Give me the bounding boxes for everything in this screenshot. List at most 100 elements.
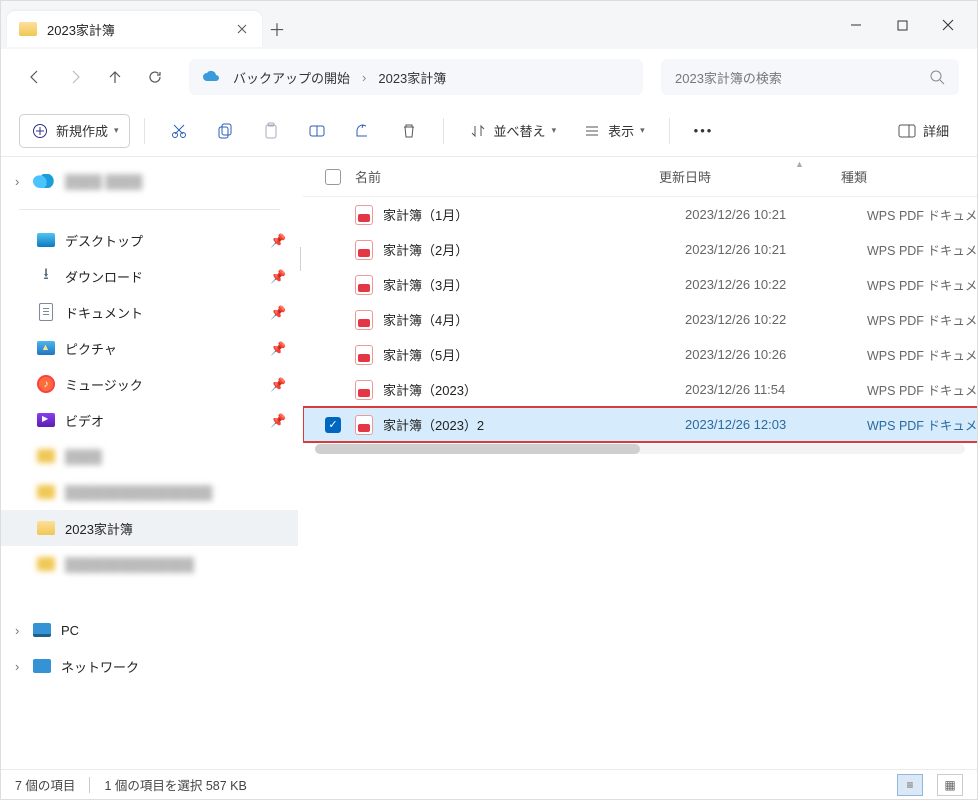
sidebar-item-videos[interactable]: ビデオ📌 bbox=[1, 402, 298, 438]
new-button[interactable]: 新規作成 ▾ bbox=[19, 114, 130, 148]
onedrive-icon bbox=[33, 174, 55, 188]
sidebar-item-network[interactable]: ›ネットワーク bbox=[1, 648, 298, 684]
navigation-bar: バックアップの開始 › 2023家計簿 2023家計簿の検索 bbox=[1, 49, 977, 105]
separator bbox=[443, 118, 444, 144]
close-icon bbox=[942, 19, 954, 31]
pictures-icon bbox=[37, 341, 55, 355]
checkbox-checked-icon[interactable]: ✓ bbox=[325, 417, 341, 433]
paste-button[interactable] bbox=[251, 114, 291, 148]
folder-icon bbox=[37, 449, 55, 463]
search-box[interactable]: 2023家計簿の検索 bbox=[661, 59, 959, 95]
list-icon: ≡ bbox=[906, 778, 913, 792]
file-type: WPS PDF ドキュメント bbox=[867, 380, 977, 399]
plus-circle-icon bbox=[30, 121, 50, 141]
paste-icon bbox=[261, 121, 281, 141]
pdf-file-icon bbox=[355, 345, 373, 365]
file-list[interactable]: 家計簿（1月）2023/12/26 10:21WPS PDF ドキュメント家計簿… bbox=[303, 197, 977, 769]
pin-icon: 📌 bbox=[270, 377, 284, 391]
more-button[interactable]: ••• bbox=[684, 114, 724, 148]
pin-icon: 📌 bbox=[270, 413, 284, 427]
view-button[interactable]: 表示 ▾ bbox=[572, 114, 655, 148]
pin-icon: 📌 bbox=[270, 233, 284, 247]
desktop-icon bbox=[37, 233, 55, 247]
sidebar-resize-handle[interactable] bbox=[298, 157, 303, 769]
tab-close-button[interactable] bbox=[234, 21, 250, 37]
pin-icon: 📌 bbox=[270, 269, 284, 283]
file-name: 家計簿（2月） bbox=[383, 240, 685, 259]
breadcrumb-current[interactable]: 2023家計簿 bbox=[378, 68, 446, 87]
select-all-checkbox[interactable] bbox=[325, 169, 341, 185]
search-icon bbox=[929, 69, 945, 85]
file-row[interactable]: 家計簿（2023）2023/12/26 11:54WPS PDF ドキュメント bbox=[303, 372, 977, 407]
scrollbar-thumb[interactable] bbox=[315, 444, 640, 454]
breadcrumb-backup[interactable]: バックアップの開始 bbox=[233, 68, 350, 87]
file-date: 2023/12/26 11:54 bbox=[685, 382, 867, 397]
delete-button[interactable] bbox=[389, 114, 429, 148]
file-type: WPS PDF ドキュメント bbox=[867, 310, 977, 329]
file-row[interactable]: 家計簿（2月）2023/12/26 10:21WPS PDF ドキュメント bbox=[303, 232, 977, 267]
copy-button[interactable] bbox=[205, 114, 245, 148]
column-header-type[interactable]: 種類 bbox=[841, 167, 977, 186]
pin-icon: 📌 bbox=[270, 305, 284, 319]
sidebar-item-blurred[interactable]: ██████████████ bbox=[1, 546, 298, 582]
forward-button[interactable] bbox=[59, 61, 91, 93]
details-view-button[interactable]: ≡ bbox=[897, 774, 923, 796]
file-row[interactable]: ✓家計簿（2023）22023/12/26 12:03WPS PDF ドキュメン… bbox=[303, 407, 977, 442]
sidebar-item-desktop[interactable]: デスクトップ 📌 bbox=[1, 222, 298, 258]
ellipsis-icon: ••• bbox=[694, 123, 714, 138]
navigation-pane[interactable]: › ████ ████ デスクトップ 📌 ⭳ダウンロード📌 ドキュメント📌 ピクチ… bbox=[1, 157, 298, 769]
file-list-area: 名前 ▲ 更新日時 種類 家計簿（1月）2023/12/26 10:21WPS … bbox=[303, 157, 977, 769]
chevron-down-icon: ▾ bbox=[640, 125, 645, 136]
horizontal-scrollbar[interactable] bbox=[315, 444, 965, 454]
sort-indicator-icon: ▲ bbox=[795, 159, 804, 169]
file-type: WPS PDF ドキュメント bbox=[867, 275, 977, 294]
title-bar: 2023家計簿 ＋ bbox=[1, 1, 977, 49]
sidebar-item-label: デスクトップ bbox=[65, 231, 143, 250]
folder-icon bbox=[37, 485, 55, 499]
rename-button[interactable] bbox=[297, 114, 337, 148]
file-name: 家計簿（2023） bbox=[383, 380, 685, 399]
folder-icon bbox=[37, 557, 55, 571]
address-bar[interactable]: バックアップの開始 › 2023家計簿 bbox=[189, 59, 643, 95]
sidebar-item-current-folder[interactable]: 2023家計簿 bbox=[1, 510, 298, 546]
file-row[interactable]: 家計簿（5月）2023/12/26 10:26WPS PDF ドキュメント bbox=[303, 337, 977, 372]
sidebar-item-blurred[interactable]: ████ bbox=[1, 438, 298, 474]
chevron-right-icon: › bbox=[362, 70, 366, 85]
sidebar-item-pc[interactable]: ›PC bbox=[1, 612, 298, 648]
sidebar-item-documents[interactable]: ドキュメント📌 bbox=[1, 294, 298, 330]
sidebar-onedrive[interactable]: › ████ ████ bbox=[1, 163, 298, 199]
sidebar-item-music[interactable]: ♪ミュージック📌 bbox=[1, 366, 298, 402]
file-row[interactable]: 家計簿（1月）2023/12/26 10:21WPS PDF ドキュメント bbox=[303, 197, 977, 232]
thumbnails-view-button[interactable]: ▦ bbox=[937, 774, 963, 796]
up-button[interactable] bbox=[99, 61, 131, 93]
sidebar-item-pictures[interactable]: ピクチャ📌 bbox=[1, 330, 298, 366]
new-tab-button[interactable]: ＋ bbox=[262, 16, 292, 41]
minimize-button[interactable] bbox=[833, 9, 879, 41]
close-window-button[interactable] bbox=[925, 9, 971, 41]
cut-button[interactable] bbox=[159, 114, 199, 148]
window-tab[interactable]: 2023家計簿 bbox=[7, 11, 262, 47]
details-pane-button[interactable]: 詳細 bbox=[887, 114, 959, 148]
refresh-button[interactable] bbox=[139, 61, 171, 93]
arrow-left-icon bbox=[27, 69, 43, 85]
column-header-modified[interactable]: 更新日時 bbox=[659, 167, 841, 186]
sidebar-item-downloads[interactable]: ⭳ダウンロード📌 bbox=[1, 258, 298, 294]
chevron-right-icon: › bbox=[15, 659, 29, 674]
file-name: 家計簿（5月） bbox=[383, 345, 685, 364]
video-icon bbox=[37, 413, 55, 427]
maximize-button[interactable] bbox=[879, 9, 925, 41]
cut-icon bbox=[169, 121, 189, 141]
music-icon: ♪ bbox=[37, 375, 55, 393]
file-row[interactable]: 家計簿（3月）2023/12/26 10:22WPS PDF ドキュメント bbox=[303, 267, 977, 302]
cloud-icon bbox=[201, 70, 221, 84]
file-date: 2023/12/26 10:26 bbox=[685, 347, 867, 362]
sidebar-item-label: 2023家計簿 bbox=[65, 519, 133, 538]
sort-button[interactable]: 並べ替え ▾ bbox=[458, 114, 567, 148]
back-button[interactable] bbox=[19, 61, 51, 93]
file-type: WPS PDF ドキュメント bbox=[867, 345, 977, 364]
share-button[interactable] bbox=[343, 114, 383, 148]
sidebar-item-blurred[interactable]: ████████████████ bbox=[1, 474, 298, 510]
pdf-file-icon bbox=[355, 380, 373, 400]
file-row[interactable]: 家計簿（4月）2023/12/26 10:22WPS PDF ドキュメント bbox=[303, 302, 977, 337]
column-header-name[interactable]: 名前 bbox=[355, 167, 659, 186]
